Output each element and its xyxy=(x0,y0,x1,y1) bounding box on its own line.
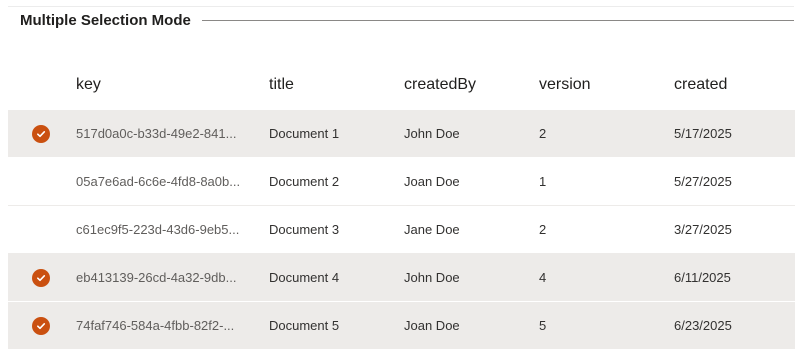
cell-created: 5/27/2025 xyxy=(674,174,732,189)
cell-version: 2 xyxy=(539,222,547,237)
cell-createdby: Joan Doe xyxy=(404,174,460,189)
cell-created: 6/23/2025 xyxy=(674,318,732,333)
cell-title: Document 2 xyxy=(269,174,340,189)
column-header-createdby[interactable]: createdBy xyxy=(404,60,524,110)
row-select-cell[interactable] xyxy=(8,110,76,157)
row-select-cell[interactable] xyxy=(8,206,76,253)
table-row[interactable]: 05a7e6ad-6c6e-4fd8-8a0b... Document 2 Jo… xyxy=(8,158,795,206)
cell-key: 05a7e6ad-6c6e-4fd8-8a0b... xyxy=(76,174,241,189)
cell-title: Document 4 xyxy=(269,270,340,285)
cell-created: 6/11/2025 xyxy=(674,270,731,285)
section-title: Multiple Selection Mode xyxy=(20,11,191,29)
checkmark-circle-icon[interactable] xyxy=(32,124,50,143)
cell-createdby: John Doe xyxy=(404,126,460,141)
cell-key: c61ec9f5-223d-43d6-9eb5... xyxy=(76,222,240,237)
cell-key: 74faf746-584a-4fbb-82f2-... xyxy=(76,318,235,333)
section-header: Multiple Selection Mode xyxy=(20,9,794,31)
section-divider xyxy=(201,19,794,21)
cell-version: 2 xyxy=(539,126,547,141)
row-select-cell[interactable] xyxy=(8,254,76,301)
cell-createdby: Jane Doe xyxy=(404,222,460,237)
row-select-cell[interactable] xyxy=(8,158,76,205)
column-header-title[interactable]: title xyxy=(269,60,389,110)
cell-key: 517d0a0c-b33d-49e2-841... xyxy=(76,126,237,141)
cell-version: 5 xyxy=(539,318,547,333)
cell-created: 3/27/2025 xyxy=(674,222,732,237)
column-header-version[interactable]: version xyxy=(539,60,659,110)
cell-title: Document 3 xyxy=(269,222,340,237)
cell-createdby: Joan Doe xyxy=(404,318,460,333)
page: Multiple Selection Mode key title create… xyxy=(0,0,802,356)
table-row[interactable]: eb413139-26cd-4a32-9db... Document 4 Joh… xyxy=(8,254,795,302)
cell-title: Document 1 xyxy=(269,126,340,141)
column-header-row: key title createdBy version created xyxy=(8,60,795,110)
cell-version: 1 xyxy=(539,174,547,189)
checkmark-circle-icon[interactable] xyxy=(32,316,50,335)
top-divider xyxy=(8,6,794,7)
cell-createdby: John Doe xyxy=(404,270,460,285)
table-row[interactable]: 74faf746-584a-4fbb-82f2-... Document 5 J… xyxy=(8,302,795,350)
table-row[interactable]: c61ec9f5-223d-43d6-9eb5... Document 3 Ja… xyxy=(8,206,795,254)
column-header-select[interactable] xyxy=(8,60,76,110)
cell-title: Document 5 xyxy=(269,318,340,333)
row-select-cell[interactable] xyxy=(8,302,76,349)
cell-created: 5/17/2025 xyxy=(674,126,732,141)
column-header-created[interactable]: created xyxy=(674,60,794,110)
column-header-key[interactable]: key xyxy=(76,60,256,110)
cell-version: 4 xyxy=(539,270,547,285)
table-row[interactable]: 517d0a0c-b33d-49e2-841... Document 1 Joh… xyxy=(8,110,795,158)
cell-key: eb413139-26cd-4a32-9db... xyxy=(76,270,237,285)
checkmark-circle-icon[interactable] xyxy=(32,268,50,287)
details-list: key title createdBy version created 517d… xyxy=(8,60,795,350)
